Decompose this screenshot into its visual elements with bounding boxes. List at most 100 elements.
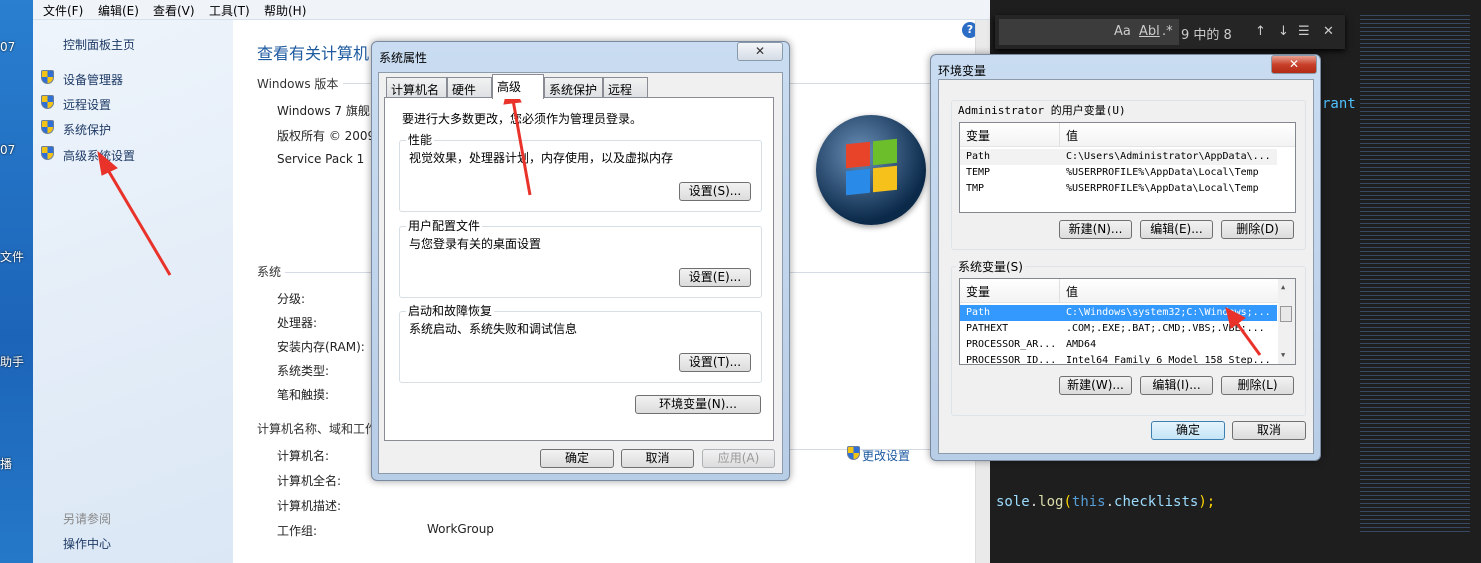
match-case-toggle[interactable]: Aa [1114, 24, 1131, 39]
code-token: ( [1063, 494, 1072, 510]
next-match-icon[interactable]: ↓ [1278, 24, 1289, 39]
page-title: 查看有关计算机 [257, 44, 370, 63]
code-token: checklists [1114, 494, 1199, 510]
code-token: . [1029, 494, 1039, 510]
ok-button[interactable]: 确定 [540, 449, 614, 468]
column-header-variable[interactable]: 变量 [966, 283, 990, 300]
advanced-tab-panel: 要进行大多数更改，您必须作为管理员登录。 性能 视觉效果，处理器计划，内存使用，… [384, 97, 774, 441]
scroll-up-icon[interactable]: ▲ [1281, 283, 1285, 291]
desktop-icon-label[interactable]: 07 [0, 40, 15, 54]
column-header-variable[interactable]: 变量 [966, 127, 990, 144]
section-system: 系统 [257, 265, 282, 279]
list-item-selected[interactable]: Path C:\Windows\system32;C:\Windows;... [960, 305, 1277, 321]
menu-help[interactable]: 帮助(H) [264, 2, 306, 19]
tab-computer-name[interactable]: 计算机名 [386, 77, 447, 98]
menu-edit[interactable]: 编辑(E) [98, 2, 139, 19]
group-label: 启动和故障恢复 [406, 302, 495, 319]
user-edit-button[interactable]: 编辑(E)... [1140, 220, 1213, 239]
tab-hardware[interactable]: 硬件 [447, 77, 492, 98]
column-header-value[interactable]: 值 [1066, 283, 1078, 300]
control-panel-home-link[interactable]: 控制面板主页 [63, 36, 135, 53]
action-center-link[interactable]: 操作中心 [63, 535, 111, 552]
see-also-heading: 另请参阅 [63, 512, 112, 526]
remote-settings-link[interactable]: 远程设置 [63, 96, 111, 113]
code-token: sole [996, 494, 1030, 510]
change-settings-link[interactable]: 更改设置 [862, 447, 910, 464]
group-description: 系统启动、系统失败和调试信息 [409, 322, 578, 336]
edition-line: Windows 7 旗舰 [277, 104, 370, 118]
ok-button[interactable]: 确定 [1151, 421, 1225, 440]
system-variables-list[interactable]: 变量 值 Path C:\Windows\system32;C:\Windows;.… [959, 278, 1296, 365]
desktop-icon-label[interactable]: 播 [0, 455, 12, 472]
system-new-button[interactable]: 新建(W)... [1059, 376, 1132, 395]
uac-shield-icon [847, 446, 860, 460]
scroll-down-icon[interactable]: ▼ [1281, 351, 1285, 359]
user-variables-list[interactable]: 变量 值 Path C:\Users\Administrator\AppData\.… [959, 122, 1296, 213]
system-label: 笔和触摸: [277, 388, 330, 402]
device-manager-link[interactable]: 设备管理器 [63, 71, 123, 88]
menu-tools[interactable]: 工具(T) [209, 2, 250, 19]
tab-system-protection[interactable]: 系统保护 [544, 77, 603, 98]
regex-toggle[interactable]: .* [1162, 24, 1173, 39]
close-button[interactable]: ✕ [737, 42, 783, 61]
edition-line: 版权所有 © 2009 [277, 129, 376, 143]
close-button[interactable]: ✕ [1271, 55, 1317, 74]
code-fragment: rant [1322, 96, 1356, 112]
windows-logo [816, 115, 926, 225]
variable-value: AMD64 [1066, 339, 1097, 350]
uac-shield-icon [41, 120, 54, 134]
user-delete-button[interactable]: 删除(D) [1221, 220, 1294, 239]
group-label: 用户配置文件 [406, 217, 483, 234]
variable-name: Path [966, 307, 991, 318]
environment-variables-button[interactable]: 环境变量(N)... [635, 395, 761, 414]
user-new-button[interactable]: 新建(N)... [1059, 220, 1132, 239]
column-header-value[interactable]: 值 [1066, 127, 1078, 144]
system-delete-button[interactable]: 删除(L) [1221, 376, 1294, 395]
minimap[interactable] [1360, 15, 1470, 535]
find-widget: Aa Abl .* 9 中的 8 ↑ ↓ ☰ ✕ [995, 15, 1345, 49]
desktop-strip: 07 07 文件 助手 播 [0, 0, 33, 563]
find-in-selection-icon[interactable]: ☰ [1298, 24, 1310, 39]
workgroup-value: WorkGroup [427, 522, 494, 536]
list-item[interactable]: TEMP %USERPROFILE%\AppData\Local\Temp [960, 165, 1277, 181]
scroll-thumb[interactable] [1280, 306, 1292, 322]
performance-settings-button[interactable]: 设置(S)... [679, 182, 751, 201]
tab-advanced[interactable]: 高级 [492, 74, 544, 99]
scrollbar[interactable]: ▲ ▼ [1278, 279, 1295, 364]
computer-label: 计算机名: [277, 449, 330, 463]
list-item[interactable]: PROCESSOR_AR... AMD64 [960, 337, 1277, 353]
system-label: 处理器: [277, 316, 318, 330]
admin-notice: 要进行大多数更改，您必须作为管理员登录。 [402, 112, 643, 126]
cancel-button[interactable]: 取消 [1232, 421, 1306, 440]
user-profiles-settings-button[interactable]: 设置(E)... [679, 268, 751, 287]
match-word-toggle[interactable]: Abl [1139, 24, 1160, 39]
list-item[interactable]: Path C:\Users\Administrator\AppData\... [960, 149, 1277, 165]
close-find-icon[interactable]: ✕ [1323, 24, 1334, 39]
group-description: 与您登录有关的桌面设置 [409, 237, 542, 251]
list-item[interactable]: PATHEXT .COM;.EXE;.BAT;.CMD;.VBS;.VBE;... [960, 321, 1277, 337]
desktop-icon-label[interactable]: 文件 [0, 248, 24, 265]
edition-line: Service Pack 1 [277, 152, 365, 166]
system-edit-button[interactable]: 编辑(I)... [1140, 376, 1213, 395]
desktop-icon-label[interactable]: 07 [0, 143, 15, 157]
desktop-icon-label[interactable]: 助手 [0, 353, 24, 370]
menu-view[interactable]: 查看(V) [153, 2, 195, 19]
system-protection-link[interactable]: 系统保护 [63, 121, 111, 138]
list-item[interactable]: PROCESSOR_ID... Intel64 Family 6 Model 15… [960, 353, 1277, 365]
apply-button[interactable]: 应用(A) [702, 449, 775, 468]
list-item[interactable]: TMP %USERPROFILE%\AppData\Local\Temp [960, 181, 1277, 197]
dialog-title: 环境变量 [938, 64, 987, 78]
uac-shield-icon [41, 95, 54, 109]
variable-value: C:\Users\Administrator\AppData\... [1066, 151, 1271, 162]
advanced-system-settings-link[interactable]: 高级系统设置 [63, 147, 135, 164]
environment-variables-dialog: 环境变量 ✕ Administrator 的用户变量(U) 系统变量(S) [930, 54, 1321, 461]
previous-match-icon[interactable]: ↑ [1255, 24, 1266, 39]
variable-value: C:\Windows\system32;C:\Windows;... [1066, 307, 1271, 318]
startup-recovery-settings-button[interactable]: 设置(T)... [679, 353, 751, 372]
cancel-button[interactable]: 取消 [621, 449, 694, 468]
menu-file[interactable]: 文件(F) [43, 2, 83, 19]
group-label: 性能 [406, 131, 435, 148]
variable-value: Intel64 Family 6 Model 158 Step... [1066, 355, 1271, 365]
tab-remote[interactable]: 远程 [603, 77, 648, 98]
system-label: 系统类型: [277, 364, 330, 378]
